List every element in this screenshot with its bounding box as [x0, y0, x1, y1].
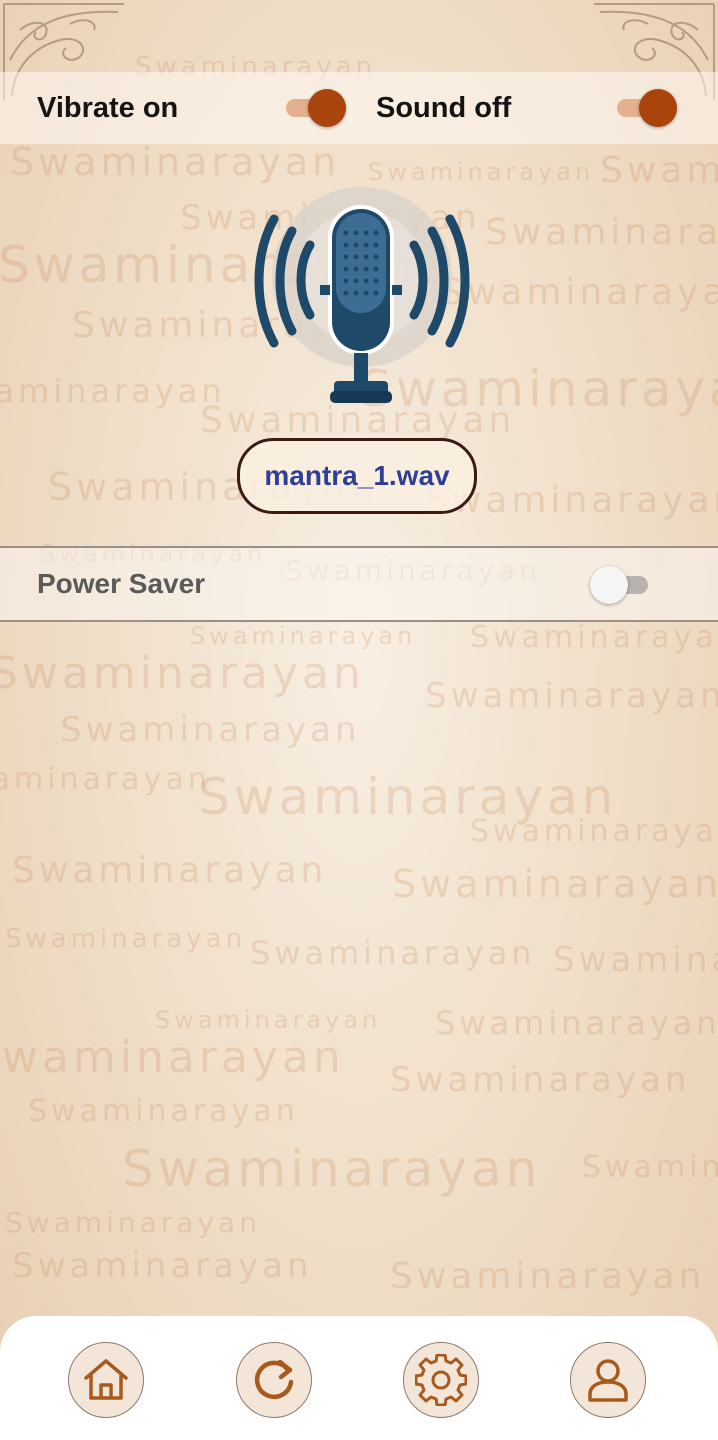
watermark: Swaminarayan — [425, 676, 718, 716]
watermark: Swaminarayan — [390, 1256, 706, 1297]
watermark: Swaminarayan — [155, 1006, 382, 1034]
screen: Swaminarayan Swaminarayan Swaminarayan S… — [0, 0, 718, 1440]
power-saver-row: Power Saver — [0, 546, 718, 622]
watermark: Swaminarayan — [600, 150, 718, 191]
watermark: Swaminarayan — [190, 622, 417, 650]
watermark: Swaminarayan — [440, 272, 718, 313]
watermark: Swaminarayan — [12, 850, 328, 891]
settings-button[interactable] — [403, 1342, 479, 1418]
watermark: Swaminarayan — [5, 924, 247, 954]
sound-toggle-thumb — [639, 89, 677, 127]
vibrate-label: Vibrate on — [37, 92, 179, 124]
refresh-icon — [254, 1359, 294, 1400]
profile-button[interactable] — [570, 1342, 646, 1418]
watermark: Swaminarayan — [5, 1206, 261, 1239]
sound-label: Sound off — [376, 92, 512, 124]
watermark: Swaminarayan — [0, 648, 365, 699]
power-saver-toggle-thumb — [590, 566, 628, 604]
watermark: Swaminarayan — [470, 620, 718, 655]
watermark: Swaminarayan — [553, 940, 718, 980]
vibrate-toggle-thumb — [308, 89, 346, 127]
watermark: Swaminarayan — [0, 372, 226, 410]
watermark: Swaminarayan — [28, 1094, 299, 1129]
watermark: Swaminarayan — [582, 1150, 718, 1185]
watermark: Swaminarayan — [122, 1140, 542, 1198]
watermark: Swaminarayan — [368, 158, 595, 186]
watermark: Swaminarayan — [10, 140, 341, 184]
audio-file-name: mantra_1.wav — [264, 460, 450, 491]
watermark: Swaminarayan — [485, 212, 718, 253]
watermark: Swaminarayan — [392, 862, 718, 906]
profile-user-icon — [588, 1359, 628, 1402]
home-icon — [84, 1359, 128, 1400]
bottom-navigation — [0, 1316, 718, 1440]
power-saver-toggle[interactable] — [590, 566, 648, 604]
sound-toggle[interactable] — [617, 89, 677, 127]
home-button[interactable] — [68, 1342, 144, 1418]
watermark: Swaminarayan — [60, 710, 361, 750]
watermark: Swaminarayan — [198, 768, 618, 826]
watermark: Swaminarayan — [435, 1004, 718, 1042]
watermark: Swaminarayan — [0, 1032, 345, 1083]
watermark: Swaminarayan — [250, 934, 536, 972]
watermark: Swaminarayan — [12, 1246, 313, 1286]
watermark: Swaminarayan — [470, 814, 718, 849]
watermark: Swaminarayan — [0, 762, 211, 797]
microphone-icon — [254, 187, 470, 403]
audio-file-selector[interactable]: mantra_1.wav — [237, 438, 477, 514]
top-toggle-bar: Vibrate on Sound off — [0, 72, 718, 144]
power-saver-label: Power Saver — [37, 568, 206, 599]
settings-gear-icon — [415, 1354, 467, 1406]
microphone-button[interactable] — [250, 185, 470, 410]
refresh-button[interactable] — [236, 1342, 312, 1418]
vibrate-toggle[interactable] — [286, 89, 346, 127]
watermark: Swaminarayan — [390, 1060, 691, 1100]
